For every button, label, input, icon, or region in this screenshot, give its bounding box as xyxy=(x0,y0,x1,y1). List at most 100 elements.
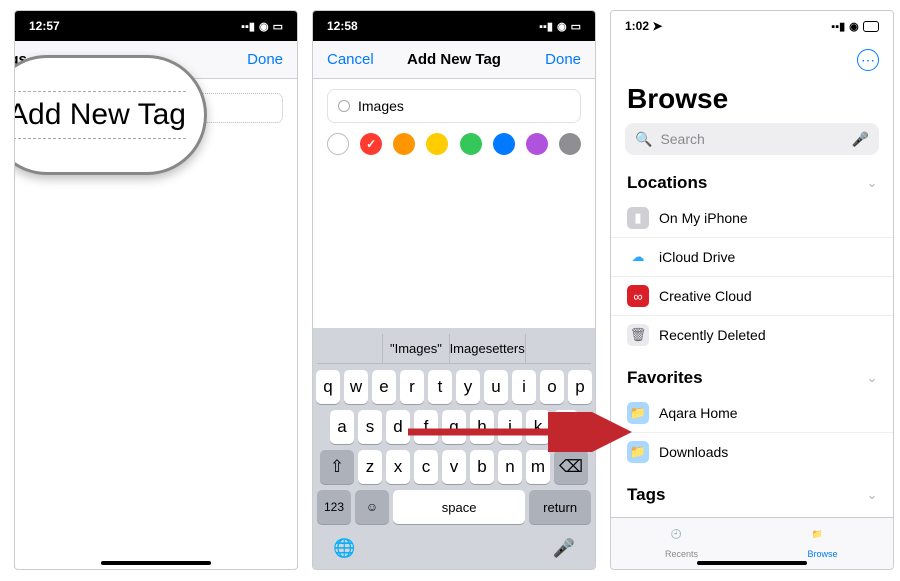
keyboard-row-3: ⇧zxcvbnm⌫ xyxy=(317,450,591,484)
key-q[interactable]: q xyxy=(316,370,340,404)
done-button[interactable]: Done xyxy=(247,51,283,68)
key-s[interactable]: s xyxy=(358,410,382,444)
home-indicator[interactable] xyxy=(101,561,211,565)
color-blue[interactable] xyxy=(493,133,515,155)
color-orange[interactable] xyxy=(393,133,415,155)
folder-icon: 📁 xyxy=(627,441,649,463)
nav-title: Add New Tag xyxy=(407,51,501,68)
wifi-icon: ⁠◉ xyxy=(849,20,859,33)
status-icons: ▪▪▮ ⁠◉ ▭ xyxy=(241,20,283,33)
key-r[interactable]: r xyxy=(400,370,424,404)
status-time: 12:57 xyxy=(29,19,60,33)
favorites-header[interactable]: Favorites ⌄ xyxy=(611,362,893,394)
wifi-icon: ⁠◉ xyxy=(557,20,567,33)
tab-browse-label: Browse xyxy=(807,549,837,559)
locations-list: ▮On My iPhone☁︎iCloud Drive∞Creative Clo… xyxy=(611,199,893,354)
key-j[interactable]: j xyxy=(498,410,522,444)
battery-icon xyxy=(863,21,879,32)
key-return[interactable]: return xyxy=(529,490,591,524)
search-placeholder: Search xyxy=(660,131,843,147)
search-field[interactable]: 🔍 Search 🎤 xyxy=(625,123,879,155)
chevron-down-icon: ⌄ xyxy=(867,176,877,190)
key-d[interactable]: d xyxy=(386,410,410,444)
keyboard-suggestion xyxy=(317,334,383,363)
home-indicator[interactable] xyxy=(697,561,807,565)
signal-icon: ▪▪▮ xyxy=(539,20,553,33)
list-item[interactable]: ☁︎iCloud Drive xyxy=(611,237,893,276)
keyboard-row-4: 123 ☺ space return xyxy=(317,490,591,524)
keyboard-suggestion[interactable]: Imagesetters xyxy=(450,334,526,363)
signal-icon: ▪▪▮ xyxy=(831,20,845,33)
key-h[interactable]: h xyxy=(470,410,494,444)
folder-icon: 📁 xyxy=(627,402,649,424)
key-n[interactable]: n xyxy=(498,450,522,484)
color-none[interactable] xyxy=(327,133,349,155)
tag-color-picker xyxy=(327,133,581,155)
screen-2-add-new-tag: 12:58 ▪▪▮ ⁠◉ ▭ Cancel Add New Tag Done "… xyxy=(312,10,596,570)
key-v[interactable]: v xyxy=(442,450,466,484)
locations-header[interactable]: Locations ⌄ xyxy=(611,167,893,199)
key-p[interactable]: p xyxy=(568,370,592,404)
tag-name-field[interactable] xyxy=(327,89,581,123)
tag-name-input[interactable] xyxy=(358,98,570,114)
tab-recents-label: Recents xyxy=(665,549,698,559)
keyboard-row-2: asdfghjkl xyxy=(317,410,591,444)
key-u[interactable]: u xyxy=(484,370,508,404)
tag-name-field-wrap xyxy=(327,89,581,123)
key-t[interactable]: t xyxy=(428,370,452,404)
chevron-down-icon: ⌄ xyxy=(867,488,877,502)
tags-header[interactable]: Tags ⌄ xyxy=(611,479,893,511)
key-emoji[interactable]: ☺ xyxy=(355,490,389,524)
signal-icon: ▪▪▮ xyxy=(241,20,255,33)
battery-icon: ▭ xyxy=(273,20,283,33)
key-m[interactable]: m xyxy=(526,450,550,484)
key-backspace[interactable]: ⌫ xyxy=(554,450,588,484)
list-item[interactable]: ∞Creative Cloud xyxy=(611,276,893,315)
key-123[interactable]: 123 xyxy=(317,490,351,524)
key-z[interactable]: z xyxy=(358,450,382,484)
keyboard-suggestion[interactable]: "Images" xyxy=(383,334,449,363)
nav-bar: Cancel Add New Tag Done xyxy=(313,41,595,79)
color-red[interactable] xyxy=(360,133,382,155)
key-e[interactable]: e xyxy=(372,370,396,404)
keyboard-row-1: qwertyuiop xyxy=(317,370,591,404)
globe-icon[interactable]: 🌐 xyxy=(333,538,355,559)
key-i[interactable]: i xyxy=(512,370,536,404)
more-options-button[interactable]: ⋯ xyxy=(857,49,879,71)
clock-icon: 🕘 xyxy=(671,529,693,547)
list-item-label: Creative Cloud xyxy=(659,288,752,304)
status-bar: 12:57 ▪▪▮ ⁠◉ ▭ xyxy=(15,11,297,41)
list-item[interactable]: 🗑Recently Deleted xyxy=(611,315,893,354)
key-a[interactable]: a xyxy=(330,410,354,444)
list-item[interactable]: 📁Downloads xyxy=(611,432,893,471)
key-shift[interactable]: ⇧ xyxy=(320,450,354,484)
key-y[interactable]: y xyxy=(456,370,480,404)
color-gray[interactable] xyxy=(559,133,581,155)
favorites-list: 📁Aqara Home📁Downloads xyxy=(611,394,893,471)
favorites-header-label: Favorites xyxy=(627,368,703,388)
key-x[interactable]: x xyxy=(386,450,410,484)
key-k[interactable]: k xyxy=(526,410,550,444)
key-c[interactable]: c xyxy=(414,450,438,484)
search-icon: 🔍 xyxy=(635,131,652,148)
list-item[interactable]: 📁Aqara Home xyxy=(611,394,893,432)
key-o[interactable]: o xyxy=(540,370,564,404)
battery-icon: ▭ xyxy=(571,20,581,33)
dictation-icon[interactable]: 🎤 xyxy=(852,131,869,148)
status-time: 12:58 xyxy=(327,19,358,33)
color-green[interactable] xyxy=(460,133,482,155)
key-b[interactable]: b xyxy=(470,450,494,484)
keyboard-suggestions: "Images"Imagesetters xyxy=(317,334,591,364)
done-button[interactable]: Done xyxy=(545,51,581,68)
key-w[interactable]: w xyxy=(344,370,368,404)
list-item[interactable]: ▮On My iPhone xyxy=(611,199,893,237)
tags-header-label: Tags xyxy=(627,485,665,505)
color-yellow[interactable] xyxy=(426,133,448,155)
key-g[interactable]: g xyxy=(442,410,466,444)
mic-icon[interactable]: 🎤 xyxy=(553,538,575,559)
cancel-button[interactable]: Cancel xyxy=(327,51,374,68)
key-l[interactable]: l xyxy=(554,410,578,444)
color-purple[interactable] xyxy=(526,133,548,155)
key-f[interactable]: f xyxy=(414,410,438,444)
key-space[interactable]: space xyxy=(393,490,525,524)
